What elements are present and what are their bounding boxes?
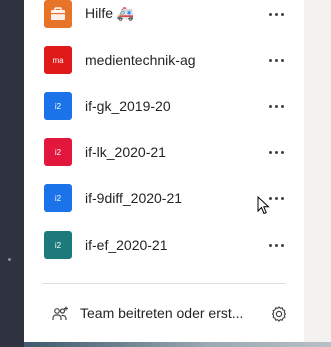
team-name: if-gk_2019-20 xyxy=(85,98,171,114)
join-team-label: Team beitreten oder erst... xyxy=(80,305,244,321)
teams-list-panel: Hilfe 🚑 ma medientechnik-ag i2 if-gk_201… xyxy=(24,0,304,343)
team-avatar: ma xyxy=(44,46,72,74)
avatar-initials: ma xyxy=(52,55,64,65)
gear-icon[interactable] xyxy=(270,305,288,323)
team-row-if-gk[interactable]: i2 if-gk_2019-20 xyxy=(24,84,304,128)
avatar-initials: i2 xyxy=(54,101,62,111)
taskbar-strip xyxy=(24,342,331,347)
team-avatar: i2 xyxy=(44,92,72,120)
team-name: if-lk_2020-21 xyxy=(85,144,166,160)
team-name: Hilfe 🚑 xyxy=(85,5,135,21)
more-options-icon[interactable] xyxy=(266,142,286,162)
team-row-medientechnik-ag[interactable]: ma medientechnik-ag xyxy=(24,38,304,82)
team-avatar: i2 xyxy=(44,184,72,212)
team-name: if-9diff_2020-21 xyxy=(85,190,183,206)
team-avatar: i2 xyxy=(44,138,72,166)
more-options-icon[interactable] xyxy=(266,4,286,24)
more-options-icon[interactable] xyxy=(266,50,286,70)
team-name: if-ef_2020-21 xyxy=(85,237,168,253)
app-left-rail xyxy=(0,0,24,347)
briefcase-icon xyxy=(51,7,65,20)
avatar-initials: i2 xyxy=(54,193,62,203)
team-row-if-lk[interactable]: i2 if-lk_2020-21 xyxy=(24,130,304,174)
divider xyxy=(42,283,286,284)
rail-dot xyxy=(8,258,11,261)
team-row-hilfe[interactable]: Hilfe 🚑 xyxy=(24,0,304,36)
join-team-icon xyxy=(52,306,68,320)
mouse-cursor-icon xyxy=(257,196,270,215)
team-avatar xyxy=(44,0,72,28)
more-options-icon[interactable] xyxy=(266,235,286,255)
team-name: medientechnik-ag xyxy=(85,52,196,68)
join-or-create-team-button[interactable]: Team beitreten oder erst... xyxy=(24,296,304,332)
avatar-initials: i2 xyxy=(54,147,62,157)
team-row-if-ef[interactable]: i2 if-ef_2020-21 xyxy=(24,223,304,267)
more-options-icon[interactable] xyxy=(266,96,286,116)
avatar-initials: i2 xyxy=(54,240,62,250)
team-avatar: i2 xyxy=(44,231,72,259)
right-content-area xyxy=(304,0,331,347)
